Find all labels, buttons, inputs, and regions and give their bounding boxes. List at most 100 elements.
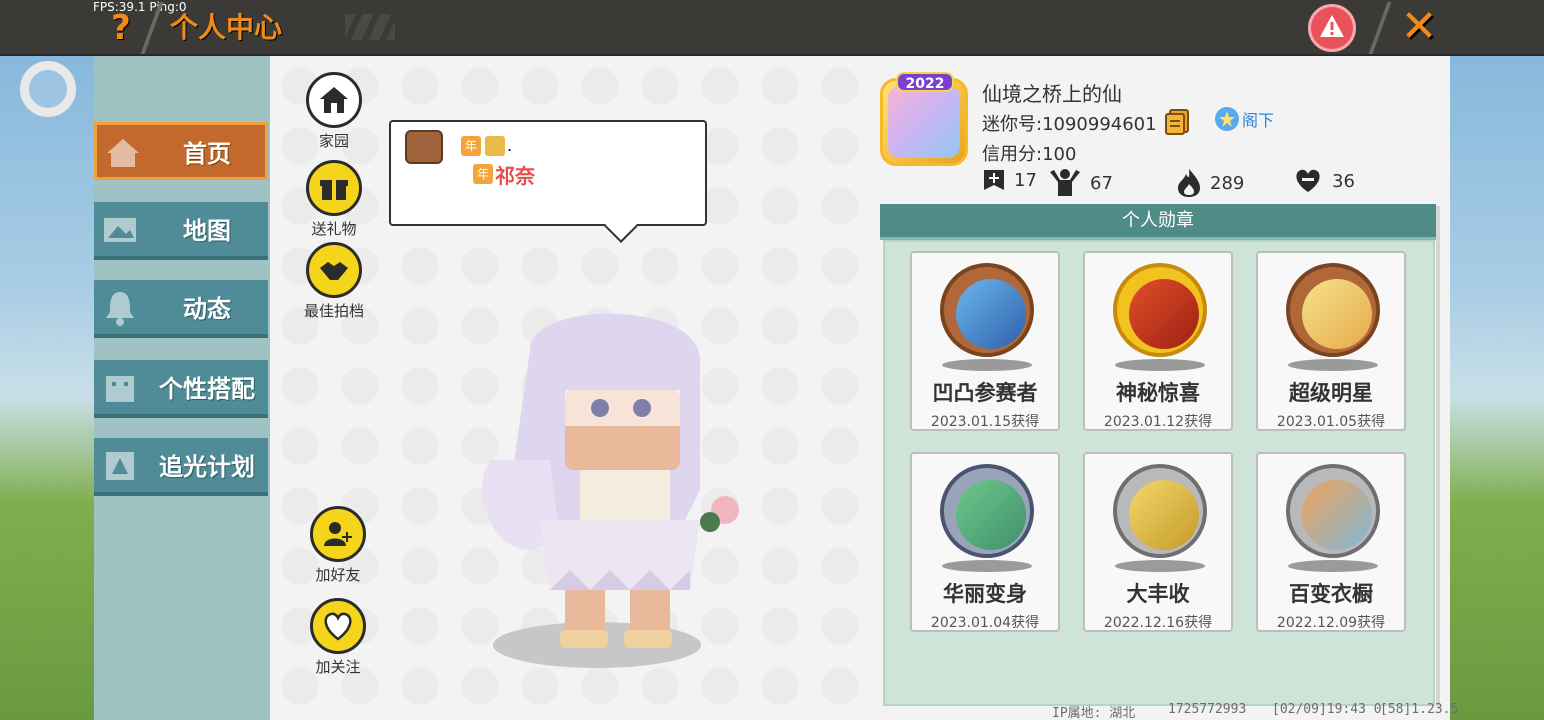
sidebar-item-label: 动态 <box>183 295 231 323</box>
home-label: 家园 <box>318 132 349 150</box>
sidebar-item-feed[interactable]: 动态 <box>94 280 268 338</box>
badge-card[interactable]: 超级明星 2023.01.05获得 <box>1256 251 1406 431</box>
add-friend-label: 加好友 <box>315 566 361 584</box>
badge-name: 神秘惊喜 <box>1116 381 1200 405</box>
rank-label: 阁下 <box>1242 111 1275 130</box>
version: [58]1.23.5 <box>1380 702 1459 717</box>
likes-count: 36 <box>1332 170 1355 192</box>
badge-date: 2023.01.12获得 <box>1103 414 1213 430</box>
badge-card[interactable]: 大丰收 2022.12.16获得 <box>1083 452 1233 632</box>
handshake-icon <box>320 262 348 280</box>
avatar[interactable]: 2022 <box>878 72 972 172</box>
posts-count: 17 <box>1014 169 1037 191</box>
cheering-person-icon <box>1050 169 1080 196</box>
home-circle <box>306 72 362 128</box>
badge-card[interactable]: 凹凸参赛者 2023.01.15获得 <box>910 251 1060 431</box>
rank-star-icon <box>1215 107 1239 131</box>
send-gift-button[interactable]: 送礼物 <box>294 160 374 239</box>
badge-card[interactable]: 华丽变身 2023.01.04获得 <box>910 452 1060 632</box>
badge-name: 华丽变身 <box>943 582 1027 606</box>
warning-icon <box>1320 15 1344 37</box>
sidebar-item-label: 追光计划 <box>159 453 255 481</box>
sidebar: 首页 地图 动态 个性搭配 追光计划 <box>94 56 270 720</box>
add-friend-circle <box>310 506 366 562</box>
badge-name: 百变衣橱 <box>1289 582 1373 606</box>
medal-stand <box>1288 560 1378 572</box>
add-friend-button[interactable]: 加好友 <box>298 506 378 585</box>
follow-button[interactable]: 加关注 <box>298 598 378 677</box>
gift-label: 送礼物 <box>311 220 357 238</box>
contest-medal-icon <box>940 263 1034 357</box>
copy-icon[interactable] <box>1164 108 1190 136</box>
follow-circle <box>310 598 366 654</box>
user-id: 迷你号:1090994601 <box>982 114 1157 135</box>
user-uid: 1725772993 <box>1168 702 1247 717</box>
likes-stat[interactable]: 36 <box>1292 168 1355 194</box>
ip-location: IP属地: 湖北 <box>1052 706 1136 720</box>
sidebar-item-home[interactable]: 首页 <box>94 122 268 180</box>
home-button[interactable]: 家园 <box>294 72 374 151</box>
sidebar-item-outfit[interactable]: 个性搭配 <box>94 360 268 418</box>
bear-icon <box>405 130 443 164</box>
medal-stand <box>942 560 1032 572</box>
gift-circle <box>306 160 362 216</box>
badge-card[interactable]: 百变衣橱 2022.12.09获得 <box>1256 452 1406 632</box>
popularity-count: 289 <box>1210 172 1245 194</box>
top-bar: FPS:39.1 Ping:0 ? 个人中心 ✕ <box>0 0 1544 56</box>
picture-icon <box>104 218 136 242</box>
star-medal-icon <box>1286 263 1380 357</box>
house-icon <box>320 87 348 113</box>
sidebar-item-label: 地图 <box>183 217 231 245</box>
heart-icon <box>324 612 352 641</box>
transform-medal-icon <box>940 464 1034 558</box>
flame-icon <box>1178 169 1200 197</box>
year-badge: 2022 <box>896 72 954 92</box>
partner-circle <box>306 242 362 298</box>
medal-stand <box>942 359 1032 371</box>
badge-date: 2022.12.09获得 <box>1276 615 1386 631</box>
help-button[interactable]: ? <box>104 8 138 48</box>
page-title: 个人中心 <box>170 11 283 44</box>
badge-date: 2023.01.05获得 <box>1276 414 1386 430</box>
follow-label: 加关注 <box>315 658 361 676</box>
posts-stat[interactable]: 17 <box>982 168 1037 192</box>
light-plan-icon <box>106 452 134 480</box>
best-partner-button[interactable]: 最佳拍档 <box>294 242 374 321</box>
badge-card[interactable]: 神秘惊喜 2023.01.12获得 <box>1083 251 1233 431</box>
medal-stand <box>1115 359 1205 371</box>
partner-label: 最佳拍档 <box>303 302 364 320</box>
badge-name: 超级明星 <box>1289 381 1373 405</box>
year-tag: 年 <box>461 136 481 156</box>
scrollbar[interactable] <box>1436 206 1440 706</box>
fans-stat[interactable]: 67 <box>1048 168 1113 198</box>
player-character[interactable] <box>470 290 760 670</box>
report-button[interactable] <box>1308 4 1356 52</box>
speech-name: 祁奈 <box>495 164 535 188</box>
outfit-icon <box>106 376 134 402</box>
medal-stand <box>1115 560 1205 572</box>
record-button[interactable] <box>20 61 76 117</box>
badge-date: 2022.12.16获得 <box>1103 615 1213 631</box>
heart-hand-icon <box>1296 169 1320 192</box>
wardrobe-medal-icon <box>1286 464 1380 558</box>
year-tag: 年 <box>473 164 493 184</box>
popularity-stat[interactable]: 289 <box>1176 168 1244 198</box>
sidebar-item-label: 首页 <box>183 140 231 168</box>
badge-name: 大丰收 <box>1126 582 1190 606</box>
avatar-image <box>888 86 960 158</box>
divider <box>1368 2 1392 54</box>
gift-medal-icon <box>1113 263 1207 357</box>
badge-name: 凹凸参赛者 <box>932 381 1038 405</box>
sidebar-item-light-plan[interactable]: 追光计划 <box>94 438 268 496</box>
add-user-icon <box>324 522 352 546</box>
rank-badge[interactable]: 阁下 <box>1214 106 1274 132</box>
badge-date: 2023.01.04获得 <box>930 615 1040 631</box>
medal-stand <box>1288 359 1378 371</box>
gift-icon <box>320 180 348 200</box>
speech-dot: . <box>507 136 513 155</box>
badges-header: 个人勋章 <box>880 204 1436 240</box>
bookmark-plus-icon <box>984 170 1004 190</box>
close-button[interactable]: ✕ <box>1396 4 1442 50</box>
harvest-medal-icon <box>1113 464 1207 558</box>
sidebar-item-map[interactable]: 地图 <box>94 202 268 260</box>
